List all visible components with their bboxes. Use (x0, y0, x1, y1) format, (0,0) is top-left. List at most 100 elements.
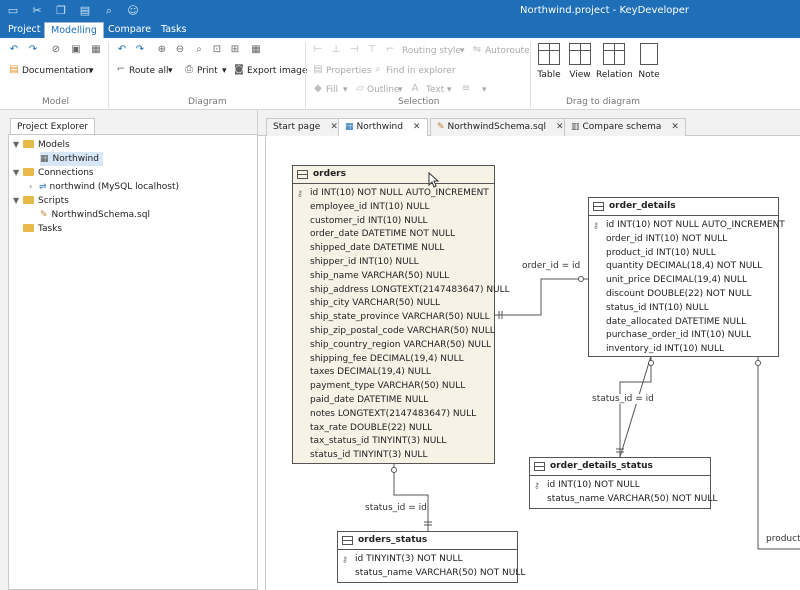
expand-chevron-icon[interactable]: ▼ (13, 138, 23, 152)
routing-style-button[interactable]: Routing style (402, 46, 461, 56)
entity-header[interactable]: order_details (589, 198, 778, 216)
paste-icon[interactable]: ▤ (78, 4, 92, 18)
project-explorer-tab[interactable]: Project Explorer (10, 118, 96, 135)
properties-button[interactable]: Properties (326, 66, 371, 76)
line-style-dropdown-icon[interactable]: ▾ (482, 85, 487, 95)
entity-column[interactable]: product_id INT(10) NULL (589, 247, 778, 261)
entity-column[interactable]: customer_id INT(10) NULL (293, 215, 494, 229)
close-icon[interactable]: ✕ (330, 122, 338, 132)
entity-column[interactable]: paid_date DATETIME NULL (293, 394, 494, 408)
entity-column[interactable]: shipper_id INT(10) NULL (293, 256, 494, 270)
entity-header[interactable]: order_details_status (530, 458, 710, 476)
entity-column[interactable]: payment_type VARCHAR(50) NULL (293, 380, 494, 394)
menu-compare[interactable]: Compare (102, 22, 157, 38)
entity-order-details-status[interactable]: order_details_status ⚷ id INT(10) NOT NUL… (529, 457, 717, 509)
fill-button[interactable]: Fill (326, 85, 338, 95)
find-in-explorer-button[interactable]: Find in explorer (386, 66, 456, 76)
align-center-icon[interactable]: ⊥ (330, 44, 342, 56)
entity-column[interactable]: discount DOUBLE(22) NOT NULL (589, 288, 778, 302)
tree-item-northwind[interactable]: ▦ Northwind (40, 152, 103, 166)
tab-start-page[interactable]: Start page ✕ (266, 118, 345, 136)
entity-order-details[interactable]: order_details ⚷ id INT(10) NOT NULL AUTO_… (588, 197, 785, 357)
entity-column[interactable]: status_name VARCHAR(50) NOT NULL (530, 493, 717, 507)
entity-header[interactable]: orders (293, 166, 494, 184)
menu-tasks[interactable]: Tasks (155, 22, 192, 38)
entity-column[interactable]: ⚷ id TINYINT(3) NOT NULL (338, 553, 517, 567)
layout-icon[interactable]: ▦ (250, 44, 262, 56)
compare-icon[interactable]: ▣ (70, 44, 82, 56)
tree-item-models[interactable]: ▼ Models (13, 138, 70, 152)
entity-column[interactable]: date_allocated DATETIME NULL (589, 316, 778, 330)
entity-column[interactable]: quantity DECIMAL(18,4) NOT NULL (589, 260, 778, 274)
entity-column[interactable]: shipped_date DATETIME NULL (293, 242, 494, 256)
close-icon[interactable]: ✕ (413, 122, 421, 132)
line-style-icon[interactable]: ≡ (460, 83, 472, 95)
entity-column[interactable]: ⚷ id INT(10) NOT NULL (530, 479, 710, 493)
align-top-icon[interactable]: ⊤ (366, 44, 378, 56)
help-icon[interactable]: ☺ (126, 4, 140, 18)
entity-column[interactable]: status_name VARCHAR(50) NOT NULL (338, 567, 525, 581)
entity-column[interactable]: tax_status_id TINYINT(3) NULL (293, 435, 494, 449)
expand-chevron-icon[interactable]: ▼ (13, 166, 23, 180)
expand-chevron-icon[interactable]: ▼ (13, 194, 23, 208)
grid-icon[interactable]: ▦ (90, 44, 102, 56)
zoom-icon[interactable]: ⌕ (193, 44, 205, 56)
undo-icon[interactable]: ↶ (8, 44, 20, 56)
entity-column[interactable]: ship_country_region VARCHAR(50) NULL (293, 339, 494, 353)
route-all-button[interactable]: Route all (129, 66, 169, 76)
tree-item-script[interactable]: ✎ NorthwindSchema.sql (40, 208, 150, 222)
entity-column[interactable]: inventory_id INT(10) NULL (589, 343, 778, 357)
relation-button[interactable]: Relation (596, 43, 633, 80)
entity-column[interactable]: ship_name VARCHAR(50) NULL (293, 270, 494, 284)
print-dropdown-icon[interactable]: ▾ (222, 66, 227, 76)
validate-icon[interactable]: ⊘ (50, 44, 62, 56)
menu-project[interactable]: Project (2, 22, 47, 38)
entity-column[interactable]: order_date DATETIME NOT NULL (293, 228, 494, 242)
close-icon[interactable]: ✕ (671, 122, 679, 132)
entity-column[interactable]: order_id INT(10) NOT NULL (589, 233, 778, 247)
outline-button[interactable]: Outline (367, 85, 400, 95)
entity-orders[interactable]: orders ⚷ id INT(10) NOT NULL AUTO_INCREME… (292, 165, 510, 464)
chevron-down-icon[interactable]: ▾ (89, 66, 94, 76)
entity-column[interactable]: status_id INT(10) NULL (589, 302, 778, 316)
collapse-chevron-icon[interactable]: › (29, 180, 39, 194)
entity-column[interactable]: tax_rate DOUBLE(22) NULL (293, 422, 494, 436)
copy-icon[interactable]: ❐ (54, 4, 68, 18)
align-right-icon[interactable]: ⊣ (348, 44, 360, 56)
zoom-selection-icon[interactable]: ⊞ (229, 44, 241, 56)
tab-northwind-schema[interactable]: ✎ NorthwindSchema.sql ✕ (430, 118, 571, 136)
entity-orders-status[interactable]: orders_status ⚷ id TINYINT(3) NOT NULL sta… (337, 531, 525, 583)
tree-item-connection[interactable]: › ⇌ northwind (MySQL localhost) (29, 180, 179, 194)
autoroute-button[interactable]: Autoroute (485, 46, 530, 56)
export-image-button[interactable]: Export image (247, 66, 307, 76)
tab-compare-schema[interactable]: ▥ Compare schema ✕ (564, 118, 686, 136)
zoom-fit-icon[interactable]: ⊡ (211, 44, 223, 56)
fill-dropdown-icon[interactable]: ▾ (343, 85, 348, 95)
zoom-out-icon[interactable]: ⊖ (174, 44, 186, 56)
outline-dropdown-icon[interactable]: ▾ (398, 85, 403, 95)
entity-column[interactable]: status_id TINYINT(3) NULL (293, 449, 494, 463)
new-file-icon[interactable]: ▭ (6, 4, 20, 18)
text-button[interactable]: Text (426, 85, 444, 95)
print-button[interactable]: Print (197, 66, 218, 76)
entity-column[interactable]: ⚷ id INT(10) NOT NULL AUTO_INCREMENT (293, 187, 494, 201)
entity-column[interactable]: notes LONGTEXT(2147483647) NULL (293, 408, 494, 422)
route-all-dropdown-icon[interactable]: ▾ (168, 66, 173, 76)
note-button[interactable]: Note (631, 43, 667, 80)
text-dropdown-icon[interactable]: ▾ (447, 85, 452, 95)
entity-column[interactable]: ⚷ id INT(10) NOT NULL AUTO_INCREMENT (589, 219, 785, 233)
zoom-in-icon[interactable]: ⊕ (156, 44, 168, 56)
entity-column[interactable]: ship_address LONGTEXT(2147483647) NULL (293, 284, 510, 298)
diagram-undo-icon[interactable]: ↶ (116, 44, 128, 56)
diagram-redo-icon[interactable]: ↷ (134, 44, 146, 56)
diagram-canvas[interactable]: order_id = id status_id = id status_id =… (265, 137, 800, 590)
find-icon[interactable]: ⌕ (102, 4, 116, 18)
entity-header[interactable]: orders_status (338, 532, 517, 550)
tree-item-tasks[interactable]: Tasks (23, 222, 62, 236)
redo-icon[interactable]: ↷ (27, 44, 39, 56)
routing-style-dropdown-icon[interactable]: ▾ (460, 46, 465, 56)
documentation-button[interactable]: Documentation (22, 66, 91, 76)
cut-icon[interactable]: ✂ (30, 4, 44, 18)
entity-column[interactable]: ship_city VARCHAR(50) NULL (293, 297, 494, 311)
tab-northwind[interactable]: ▦ Northwind ✕ (338, 118, 428, 136)
